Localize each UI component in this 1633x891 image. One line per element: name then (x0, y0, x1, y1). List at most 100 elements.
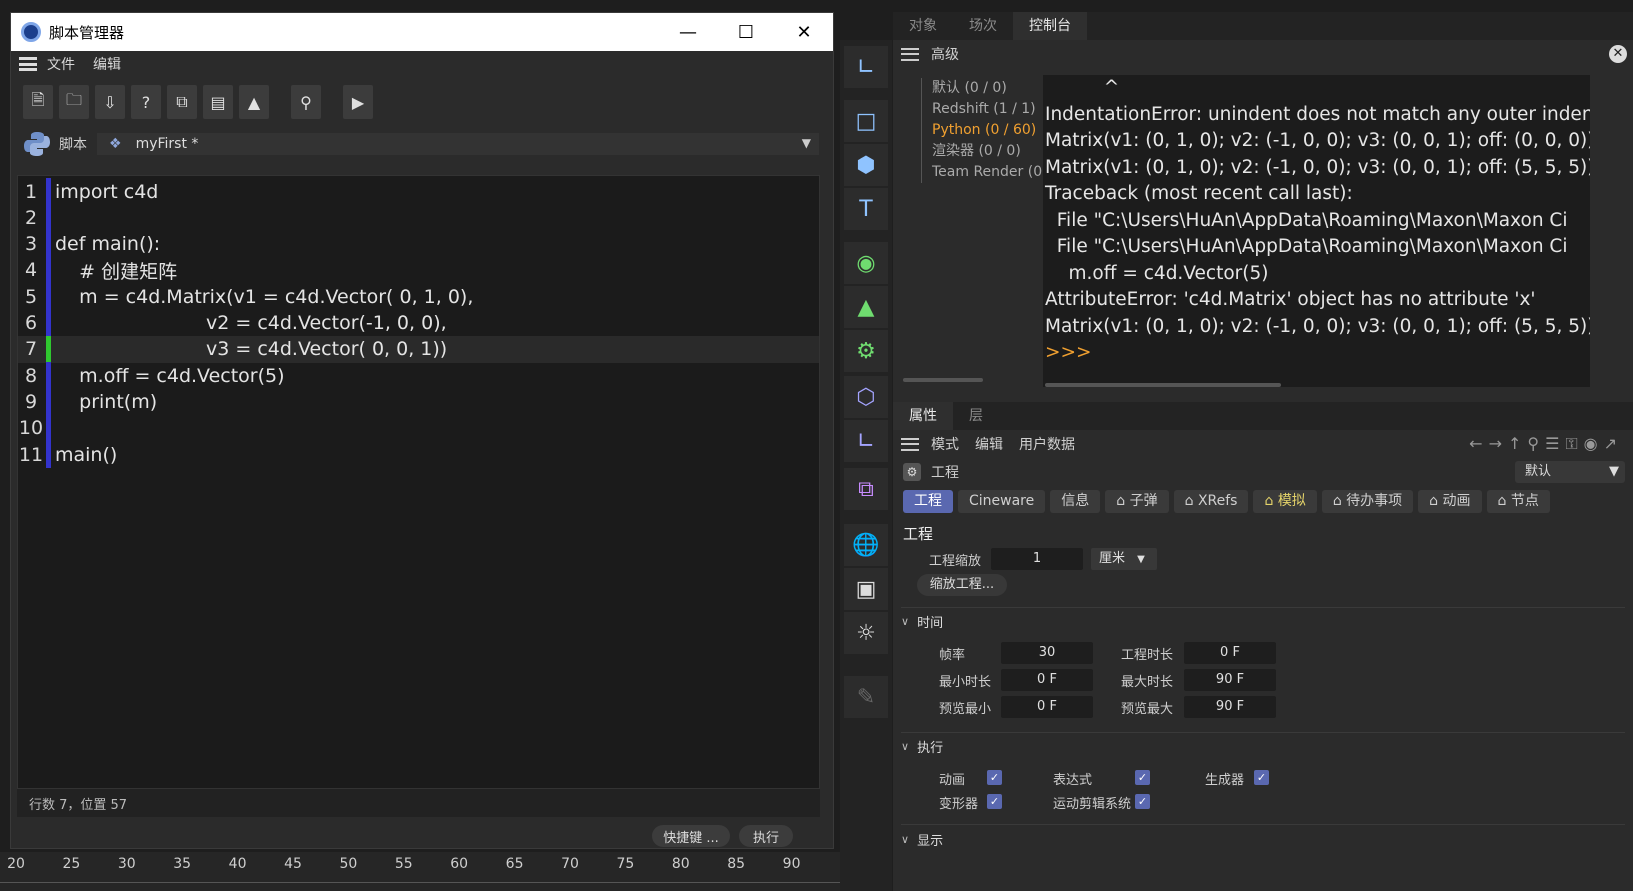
property-tab[interactable]: ⌂ XRefs (1173, 490, 1249, 513)
tab-layers[interactable]: 层 (953, 402, 999, 430)
project-scale-field[interactable]: 1 (991, 548, 1083, 570)
code-line[interactable]: 6 v2 = c4d.Vector(-1, 0, 0), (18, 309, 819, 337)
clapper-icon[interactable]: ▤ (203, 85, 233, 119)
menu-user-data[interactable]: 用户数据 (1019, 434, 1075, 454)
code-line[interactable]: 3 def main(): (18, 230, 819, 258)
preview-min-field[interactable]: 0 F (1001, 696, 1093, 718)
coordinate-system-icon[interactable]: ∟ (844, 46, 888, 88)
script-dropdown[interactable]: ❖ myFirst * ▼ (97, 133, 819, 155)
menu-edit[interactable]: 编辑 (975, 434, 1003, 454)
change-marker (46, 362, 51, 390)
change-marker (46, 441, 51, 468)
property-tab[interactable]: ⌂ 待办事项 (1321, 490, 1414, 513)
navigation-icons[interactable]: ←→↑⚲☰⚿◉↗ (1469, 434, 1623, 454)
code-line[interactable]: 8 m.off = c4d.Vector(5) (18, 362, 819, 390)
unit-dropdown[interactable]: 厘米 ▼ (1091, 548, 1157, 570)
minimize-button[interactable]: — (659, 13, 717, 51)
timeline-tick-label: 80 (671, 856, 690, 872)
expression-checkbox[interactable]: ✓ (1135, 770, 1150, 785)
run-button[interactable]: 执行 (739, 825, 793, 847)
menu-edit[interactable]: 编辑 (93, 54, 121, 74)
axis-cube-icon[interactable]: ∟ (844, 420, 888, 462)
property-tab[interactable]: ⌂ 动画 (1418, 490, 1482, 513)
menu-file[interactable]: 文件 (47, 54, 75, 74)
tab-objects[interactable]: 对象 (893, 12, 953, 40)
execution-section-header[interactable]: ∨ 执行 (901, 735, 943, 757)
scale-project-button[interactable]: 缩放工程... (917, 574, 1007, 596)
fps-field[interactable]: 30 (1001, 642, 1093, 664)
download-icon[interactable]: ⇩ (95, 85, 125, 119)
display-section-header[interactable]: ∨ 显示 (901, 828, 943, 850)
generator-checkbox[interactable]: ✓ (1254, 770, 1269, 785)
tree-scrollbar[interactable] (903, 378, 983, 382)
motion-system-checkbox[interactable]: ✓ (1135, 794, 1150, 809)
help-icon[interactable]: ? (131, 85, 161, 119)
code-line[interactable]: 11 main() (18, 441, 819, 468)
rectangle-select-icon[interactable]: □ (844, 100, 888, 142)
menu-mode[interactable]: 模式 (931, 434, 959, 454)
image-icon[interactable]: ▲ (239, 85, 269, 119)
code-line[interactable]: 9 print(m) (18, 388, 819, 416)
window-title: 脚本管理器 (49, 23, 125, 42)
bell-icon: ⌂ (1116, 493, 1130, 509)
property-tab[interactable]: 工程 (903, 490, 953, 513)
script-manager-window: 脚本管理器 — ☐ ✕ 文件 编辑 🗎 🗀 ⇩ ? ⧉ ▤ ▲ ⚲ ▶ 脚本 ❖… (10, 12, 834, 849)
new-file-icon[interactable]: 🗎 (23, 85, 53, 119)
code-line[interactable]: 10 (18, 414, 819, 442)
animation-checkbox[interactable]: ✓ (987, 770, 1002, 785)
text-tool-icon[interactable]: T (844, 188, 888, 230)
property-tab[interactable]: ⌂ 模拟 (1253, 490, 1317, 513)
spline-icon[interactable]: ⧉ (844, 468, 888, 510)
search-folder-icon[interactable]: ⚲ (291, 85, 321, 119)
ruler-line (0, 882, 840, 890)
timeline-ruler[interactable]: 20 25 30 35 40 45 50 55 60 65 70 75 80 85 90 (0, 852, 840, 891)
console-advanced-label[interactable]: 高级 (931, 44, 959, 64)
property-tab[interactable]: ⌂ 节点 (1486, 490, 1550, 513)
project-length-field[interactable]: 0 F (1184, 642, 1276, 664)
object-select-icon[interactable]: ◉ (844, 242, 888, 284)
code-line[interactable]: 5 m = c4d.Matrix(v1 = c4d.Vector( 0, 1, … (18, 283, 819, 311)
open-folder-icon[interactable]: 🗀 (59, 85, 89, 119)
hamburger-menu-icon[interactable] (901, 47, 919, 61)
min-length-field[interactable]: 0 F (1001, 669, 1093, 691)
preset-dropdown[interactable]: 默认 ▼ (1515, 461, 1625, 483)
close-icon[interactable]: ✕ (1609, 45, 1627, 63)
cloner-icon[interactable]: ▲ (844, 286, 888, 328)
light-icon[interactable]: ☼ (844, 612, 888, 654)
property-tab[interactable]: ⌂ 子弹 (1105, 490, 1169, 513)
generator-gear-icon[interactable]: ⚙ (844, 330, 888, 372)
tab-console[interactable]: 控制台 (1013, 12, 1087, 40)
deformer-checkbox[interactable]: ✓ (987, 794, 1002, 809)
code-text: v3 = c4d.Vector( 0, 0, 1)) (55, 338, 448, 361)
change-marker (46, 178, 51, 205)
code-line[interactable]: 1 import c4d (18, 178, 819, 205)
hamburger-menu-icon[interactable] (19, 57, 37, 71)
code-line[interactable]: 7 v3 = c4d.Vector( 0, 0, 1)) (18, 335, 819, 363)
edit-pen-icon[interactable]: ✎ (844, 676, 888, 718)
time-section-header[interactable]: ∨ 时间 (901, 610, 943, 632)
maximize-button[interactable]: ☐ (717, 13, 775, 51)
deformer-icon[interactable]: ⬡ (844, 376, 888, 418)
globe-icon[interactable]: 🌐 (844, 524, 888, 566)
code-line[interactable]: 2 (18, 204, 819, 232)
play-file-icon[interactable]: ▶ (343, 85, 373, 119)
tab-takes[interactable]: 场次 (953, 12, 1013, 40)
code-line[interactable]: 4 # 创建矩阵 (18, 256, 819, 284)
console-output[interactable]: ^ IndentationError: unindent does not mat… (1043, 75, 1590, 387)
preview-max-field[interactable]: 90 F (1184, 696, 1276, 718)
property-tab[interactable]: Cineware (958, 490, 1046, 513)
hamburger-menu-icon[interactable] (901, 437, 919, 451)
code-editor[interactable]: 1 import c4d 2 3 def main(): 4 # 创建矩阵 5 m = c4… (17, 175, 820, 789)
property-tab[interactable]: 信息 (1050, 490, 1101, 513)
close-button[interactable]: ✕ (775, 13, 833, 51)
duplicate-icon[interactable]: ⧉ (167, 85, 197, 119)
tab-attributes[interactable]: 属性 (893, 402, 953, 430)
console-scrollbar[interactable] (1045, 383, 1281, 387)
camera-icon[interactable]: ▣ (844, 568, 888, 610)
max-length-field[interactable]: 90 F (1184, 669, 1276, 691)
timeline-tick-label: 60 (450, 856, 469, 872)
shortcut-button[interactable]: 快捷键 ... (652, 825, 730, 847)
cube-icon[interactable]: ⬢ (844, 144, 888, 186)
window-titlebar: 脚本管理器 — ☐ ✕ (11, 13, 833, 51)
line-number: 1 (24, 180, 38, 203)
